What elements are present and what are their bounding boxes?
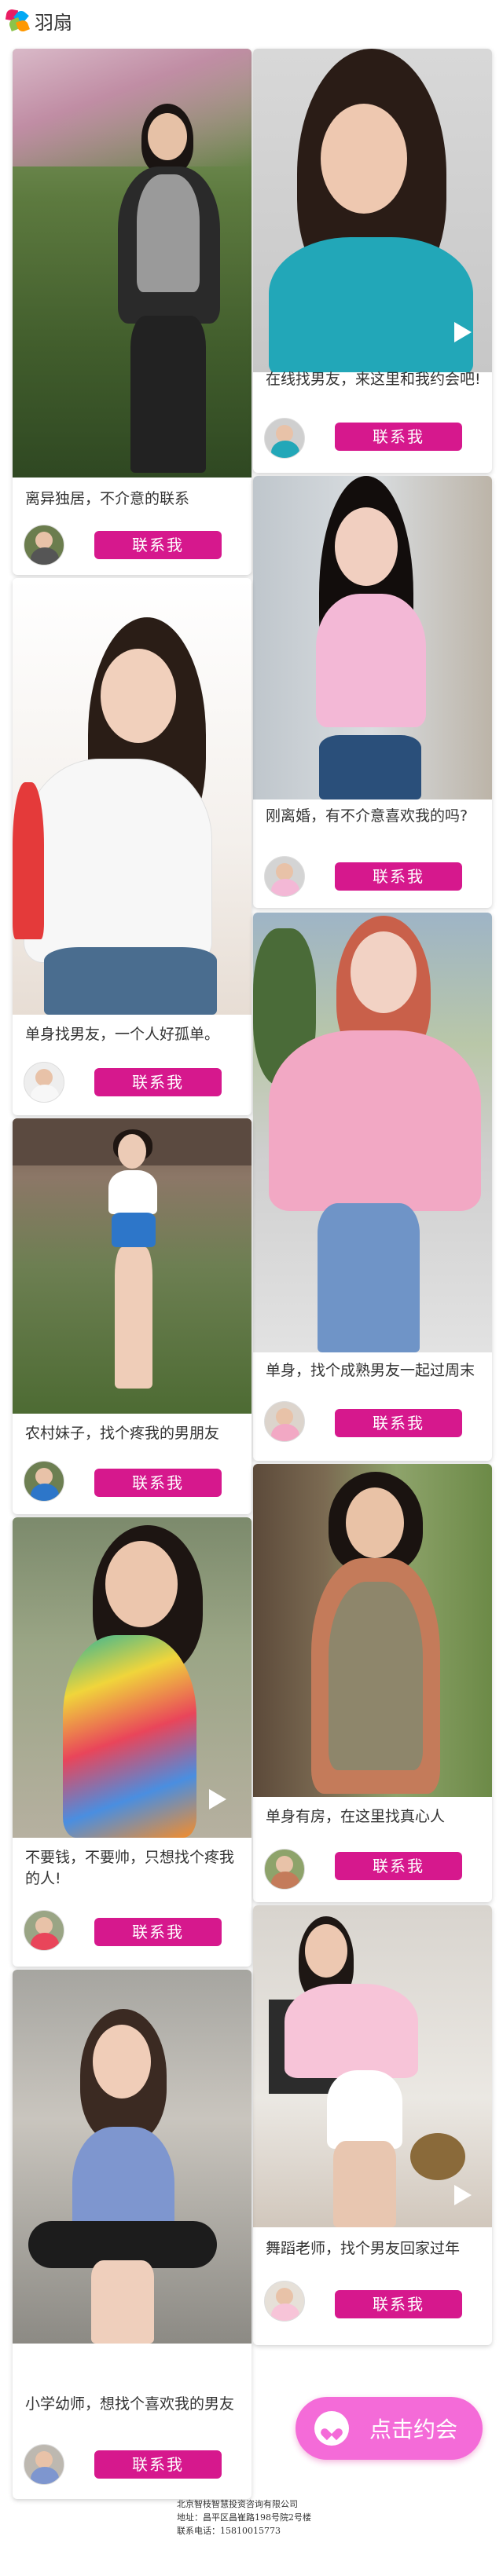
profile-photo[interactable]	[253, 913, 492, 1352]
profile-card[interactable]: 单身，找个成熟男友一起过周末 联系我	[253, 913, 492, 1461]
footer-company: 北京智枝智慧投资咨询有限公司	[177, 2499, 298, 2509]
cta-label: 点击约会	[369, 2417, 458, 2442]
profile-photo[interactable]	[13, 578, 252, 1015]
profile-caption: 刚离婚，有不介意喜欢我的吗?	[266, 807, 468, 825]
avatar	[24, 1910, 64, 1951]
avatar	[264, 1849, 305, 1890]
profile-caption: 单身有房，在这里找真心人	[266, 1808, 446, 1825]
play-icon[interactable]	[454, 2185, 472, 2205]
heart-icon	[314, 2411, 349, 2446]
avatar	[24, 2444, 64, 2485]
play-icon[interactable]	[454, 322, 472, 342]
profile-caption: 不要钱，不要帅，只想找个疼我的人!	[25, 1849, 235, 1887]
avatar	[264, 856, 305, 897]
avatar	[264, 1401, 305, 1442]
contact-button[interactable]: 联系我	[94, 2450, 222, 2479]
logo[interactable]: 羽扇	[5, 5, 72, 36]
logo-icon	[5, 8, 30, 33]
profile-card[interactable]: 刚离婚，有不介意喜欢我的吗? 联系我	[253, 476, 492, 908]
footer: 北京智枝智慧投资咨询有限公司 地址：昌平区昌崔路198号院2号楼 联系电话：15…	[0, 2497, 503, 2538]
profile-card[interactable]: 在线找男友，来这里和我约会吧! 联系我	[253, 49, 492, 473]
logo-text: 羽扇	[35, 11, 72, 34]
play-icon[interactable]	[209, 1789, 226, 1809]
profile-card[interactable]: 单身找男友，一个人好孤单。 联系我	[13, 578, 252, 1115]
profile-caption: 在线找男友，来这里和我约会吧!	[266, 371, 481, 388]
profile-caption: 农村妹子，找个疼我的男朋友	[25, 1425, 220, 1442]
date-cta-button[interactable]: 点击约会	[296, 2397, 483, 2460]
profile-photo[interactable]	[13, 1118, 252, 1414]
footer-address: 地址：昌平区昌崔路198号院2号楼	[177, 2512, 311, 2523]
profile-caption: 小学幼师，想找个喜欢我的男友	[25, 2395, 235, 2413]
contact-button[interactable]: 联系我	[94, 1469, 222, 1497]
profile-caption: 单身，找个成熟男友一起过周末	[266, 1362, 475, 1379]
avatar	[24, 1461, 64, 1502]
profile-photo[interactable]	[253, 476, 492, 800]
contact-button[interactable]: 联系我	[94, 1068, 222, 1096]
contact-button[interactable]: 联系我	[335, 1409, 462, 1437]
profile-card[interactable]: 不要钱，不要帅，只想找个疼我的人! 联系我	[13, 1517, 252, 1967]
avatar	[264, 2281, 305, 2322]
contact-button[interactable]: 联系我	[94, 531, 222, 559]
header: 羽扇	[0, 0, 503, 44]
contact-button[interactable]: 联系我	[335, 2290, 462, 2318]
profile-card[interactable]: 小学幼师，想找个喜欢我的男友 联系我	[13, 1970, 252, 2499]
avatar	[24, 525, 64, 565]
contact-button[interactable]: 联系我	[94, 1918, 222, 1946]
profile-card[interactable]: 离异独居，不介意的联系 联系我	[13, 49, 252, 575]
contact-button[interactable]: 联系我	[335, 862, 462, 891]
profile-photo[interactable]	[253, 1905, 492, 2227]
avatar	[24, 1062, 64, 1103]
contact-button[interactable]: 联系我	[335, 1852, 462, 1880]
profile-card[interactable]: 单身有房，在这里找真心人 联系我	[253, 1464, 492, 1902]
profile-caption: 离异独居，不介意的联系	[25, 490, 190, 507]
profile-caption: 舞蹈老师，找个男友回家过年	[266, 2240, 461, 2257]
contact-button[interactable]: 联系我	[335, 423, 462, 451]
profile-caption: 单身找男友，一个人好孤单。	[25, 1026, 220, 1043]
avatar	[264, 418, 305, 459]
footer-phone: 联系电话：15810015773	[177, 2526, 281, 2536]
profile-photo[interactable]	[13, 1970, 252, 2344]
profile-card[interactable]: 舞蹈老师，找个男友回家过年 联系我	[253, 1905, 492, 2345]
profile-photo[interactable]	[253, 1464, 492, 1797]
profile-photo[interactable]	[13, 49, 252, 478]
profile-card[interactable]: 农村妹子，找个疼我的男朋友 联系我	[13, 1118, 252, 1514]
